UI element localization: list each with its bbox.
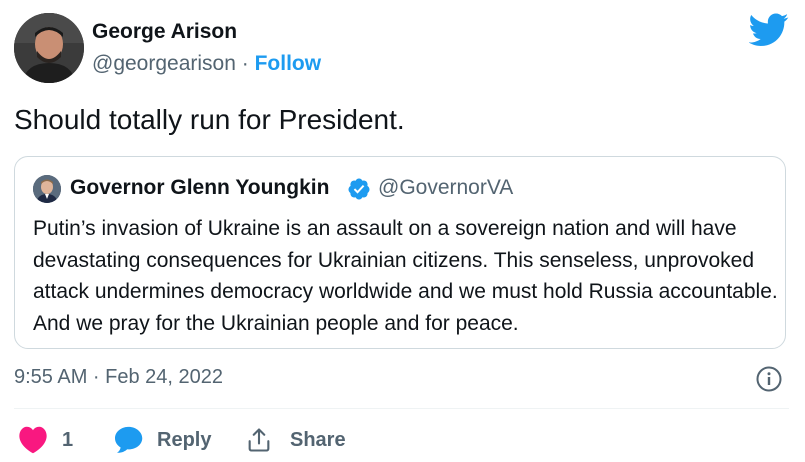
reply-button[interactable]: Reply xyxy=(113,422,211,458)
like-button[interactable]: 1 xyxy=(18,422,73,458)
divider xyxy=(14,408,789,409)
author-handle-row: @georgearison · Follow xyxy=(92,52,321,76)
reply-bubble-icon xyxy=(115,426,143,453)
quoted-author-handle[interactable]: @GovernorVA xyxy=(378,176,513,200)
tweet-timestamp[interactable]: 9:55 AM · Feb 24, 2022 xyxy=(14,366,223,389)
follow-button[interactable]: Follow xyxy=(255,52,322,75)
verified-badge-icon xyxy=(348,178,370,200)
quoted-author-avatar[interactable] xyxy=(33,175,61,203)
separator-dot: · xyxy=(241,52,249,75)
twitter-bird-icon[interactable] xyxy=(749,13,789,47)
share-label: Share xyxy=(290,428,346,451)
reply-label: Reply xyxy=(157,428,212,451)
avatar-photo xyxy=(14,13,84,83)
quoted-author-name[interactable]: Governor Glenn Youngkin xyxy=(70,176,329,200)
heart-icon xyxy=(19,426,47,454)
author-name[interactable]: George Arison xyxy=(92,20,237,44)
share-button[interactable]: Share xyxy=(244,422,346,458)
tweet-text: Should totally run for President. xyxy=(14,104,405,135)
author-avatar[interactable] xyxy=(14,13,84,83)
info-icon[interactable] xyxy=(756,366,782,392)
quoted-tweet-card[interactable]: Governor Glenn Youngkin @GovernorVA Puti… xyxy=(14,156,786,349)
share-icon xyxy=(248,428,270,452)
quoted-tweet-text: Putin’s invasion of Ukraine is an assaul… xyxy=(33,217,778,335)
author-handle[interactable]: @georgearison xyxy=(92,52,236,75)
quoted-avatar-photo xyxy=(33,175,61,203)
like-count: 1 xyxy=(62,428,74,451)
